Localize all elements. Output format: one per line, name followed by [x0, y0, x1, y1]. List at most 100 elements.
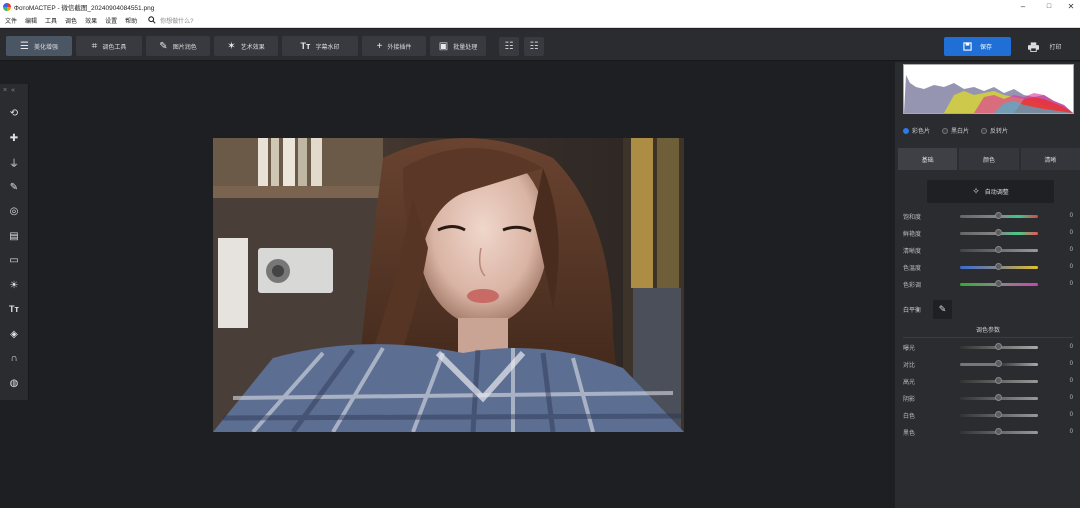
slider-label: 高光 — [903, 379, 916, 386]
print-button[interactable]: 打印 — [1014, 37, 1076, 56]
eyedropper-button[interactable]: ✎ — [933, 300, 953, 319]
crop-tools-button[interactable]: ⌗ 调色工具 — [76, 36, 142, 56]
brush-tool[interactable]: ✎ — [7, 180, 21, 194]
history-redo-button[interactable]: ☷ — [524, 37, 544, 56]
menu-tools[interactable]: 工具 — [45, 16, 57, 25]
stamp-tool[interactable]: ⏚ — [7, 155, 21, 170]
slider-knob[interactable] — [995, 377, 1002, 384]
slider-knob[interactable] — [995, 229, 1002, 236]
face-tool[interactable]: ◍ — [7, 376, 21, 390]
color-mode-bw[interactable]: 黑白片 — [942, 126, 969, 135]
magic-wand-icon: ✶ — [227, 40, 236, 52]
slider-value: 0 — [1069, 412, 1073, 418]
menu-bar: 文件 编辑 工具 调色 效果 设置 帮助 你想做什么? — [0, 13, 1080, 28]
slider-label: 白色 — [903, 413, 916, 420]
radial-icon: ◎ — [9, 205, 19, 217]
slider-knob[interactable] — [995, 263, 1002, 270]
tab-color[interactable]: 颜色 — [959, 148, 1019, 170]
batch-label: 批量处理 — [453, 44, 478, 51]
photo-preview[interactable] — [213, 138, 684, 432]
batch-button[interactable]: ▣ 批量处理 — [430, 36, 486, 56]
slider-row-vibrance: 鲜艳度 0 — [903, 227, 1073, 239]
menu-color[interactable]: 调色 — [65, 16, 77, 25]
temperature-slider[interactable] — [960, 263, 1038, 270]
slider-value: 0 — [1069, 361, 1073, 367]
close-button[interactable]: ✕ — [1058, 0, 1080, 13]
color-mode-color-label: 彩色片 — [912, 129, 931, 135]
whites-slider[interactable] — [960, 411, 1038, 418]
highlights-slider[interactable] — [960, 377, 1038, 384]
text-watermark-label: 字幕水印 — [315, 44, 340, 51]
tab-basic[interactable]: 基础 — [898, 148, 958, 170]
exposure-slider[interactable] — [960, 343, 1038, 350]
slider-row-saturation: 饱和度 0 — [903, 210, 1073, 222]
tone-section-title: 调色参数 — [903, 325, 1073, 338]
magnet-tool[interactable]: ∩ — [7, 351, 21, 365]
text-watermark-button[interactable]: Tт 字幕水印 — [282, 36, 358, 56]
enhance-button[interactable]: ☰ 美化增强 — [6, 36, 72, 56]
slider-knob[interactable] — [995, 246, 1002, 253]
plugins-label: 外接插件 — [387, 44, 412, 51]
saturation-slider[interactable] — [960, 212, 1038, 219]
histogram — [903, 64, 1074, 114]
menu-help[interactable]: 帮助 — [125, 16, 137, 25]
slider-knob[interactable] — [995, 411, 1002, 418]
radial-tool[interactable]: ◎ — [7, 204, 21, 218]
panel-header: × « — [0, 84, 28, 96]
menu-edit[interactable]: 编辑 — [25, 16, 37, 25]
art-effects-button[interactable]: ✶ 艺术效果 — [214, 36, 278, 56]
menu-file[interactable]: 文件 — [5, 16, 17, 25]
gradient-tool[interactable]: ▤ — [7, 229, 21, 243]
vibrance-slider[interactable] — [960, 229, 1038, 236]
radio-icon — [981, 127, 988, 134]
slider-row-clarity: 清晰度 0 — [903, 244, 1073, 256]
face-icon: ◍ — [9, 377, 19, 389]
tab-sharpness[interactable]: 清晰 — [1020, 148, 1080, 170]
slider-knob[interactable] — [995, 212, 1002, 219]
slider-value: 0 — [1069, 378, 1073, 384]
blacks-slider[interactable] — [960, 428, 1038, 435]
slider-label: 黑色 — [903, 430, 916, 437]
slider-value: 0 — [1069, 429, 1073, 435]
vignette-tool[interactable]: ▭ — [7, 253, 21, 267]
text-icon: Tт — [300, 41, 311, 51]
search-box[interactable]: 你想做什么? — [148, 16, 193, 25]
healing-tool[interactable]: ✚ — [7, 131, 21, 145]
text-tool[interactable]: Tт — [7, 302, 21, 316]
adjust-tabs: 基础 颜色 清晰 — [898, 148, 1080, 170]
window-title: ФотоМАСТЕР - 微信截图_20240904084551.png — [14, 4, 155, 12]
rotate-tool[interactable]: ⟲ — [7, 106, 21, 120]
printer-icon — [1028, 41, 1040, 52]
rotate-icon: ⟲ — [9, 107, 19, 119]
color-mode-negative[interactable]: 反转片 — [981, 126, 1008, 135]
plugins-button[interactable]: + 外接插件 — [362, 36, 426, 56]
menu-effects[interactable]: 效果 — [85, 16, 97, 25]
color-mode-color[interactable]: 彩色片 — [903, 126, 930, 135]
save-button[interactable]: 保存 — [944, 37, 1011, 56]
fill-tool[interactable]: ◈ — [7, 327, 21, 341]
shadows-slider[interactable] — [960, 394, 1038, 401]
light-tool[interactable]: ☀ — [7, 278, 21, 292]
slider-value: 0 — [1069, 230, 1073, 236]
brush-icon: ✎ — [9, 181, 19, 193]
tint-slider[interactable] — [960, 280, 1038, 287]
slider-knob[interactable] — [995, 428, 1002, 435]
minimize-button[interactable]: – — [1010, 0, 1036, 13]
retouch-button[interactable]: ✎ 图片润色 — [146, 36, 210, 56]
slider-knob[interactable] — [995, 360, 1002, 367]
auto-adjust-button[interactable]: ✧ 自动调整 — [927, 180, 1054, 203]
slider-knob[interactable] — [995, 394, 1002, 401]
app-logo-icon — [3, 2, 11, 11]
slider-knob[interactable] — [995, 343, 1002, 350]
sliders-icon: ☰ — [20, 40, 29, 52]
clarity-slider[interactable] — [960, 246, 1038, 253]
close-panel-icon[interactable]: × — [3, 87, 7, 94]
text-icon: Tт — [9, 304, 19, 314]
list-undo-icon: ☷ — [504, 41, 514, 52]
slider-knob[interactable] — [995, 280, 1002, 287]
collapse-panel-icon[interactable]: « — [11, 87, 15, 94]
menu-settings[interactable]: 设置 — [105, 16, 117, 25]
history-undo-button[interactable]: ☷ — [499, 37, 519, 56]
left-tool-panel: × « ⟲ ✚ ⏚ ✎ ◎ ▤ ▭ ☀ Tт ◈ ∩ ◍ — [0, 84, 29, 400]
contrast-slider[interactable] — [960, 360, 1038, 367]
